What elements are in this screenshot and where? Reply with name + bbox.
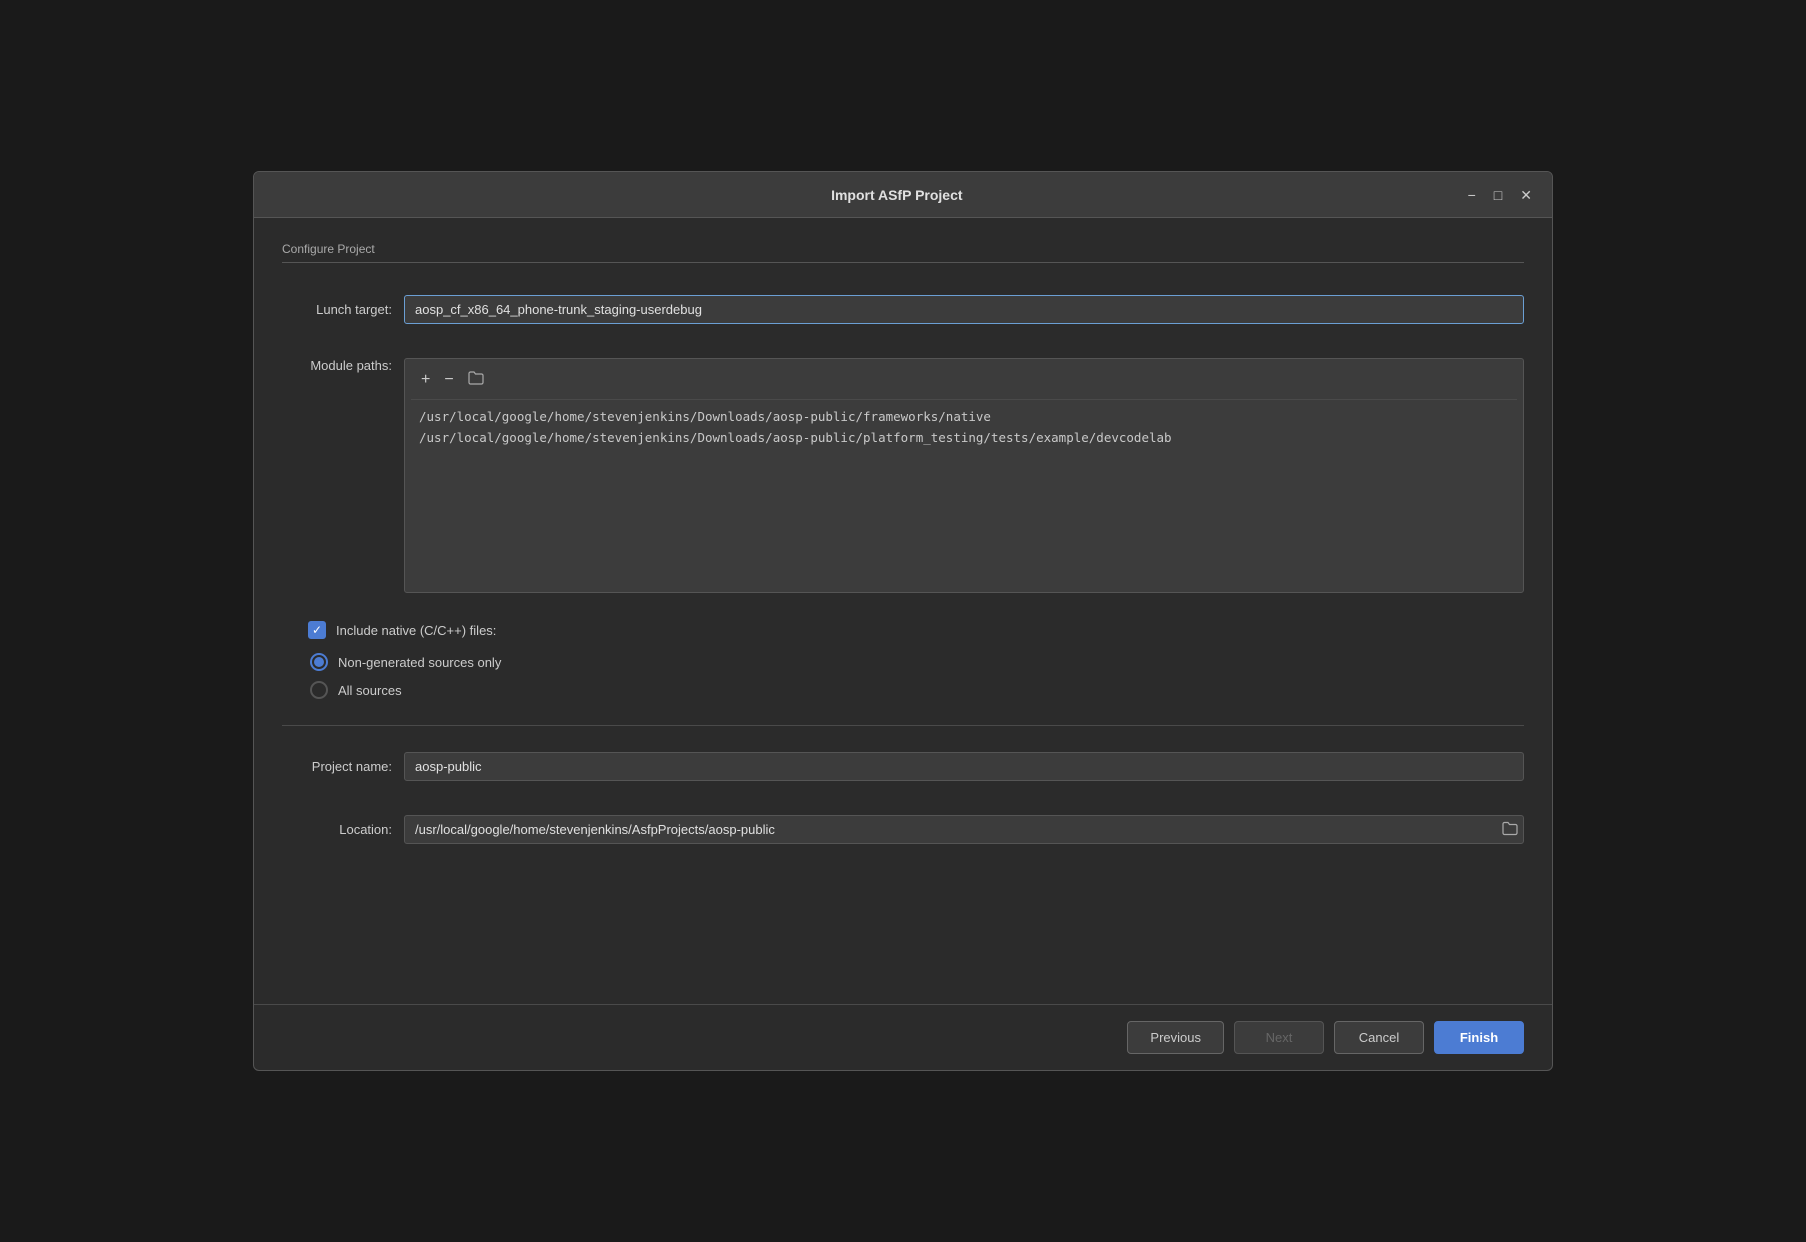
module-paths-box: + − /usr/local/google/home/stevenjenkins…	[404, 358, 1524, 593]
add-path-button[interactable]: +	[417, 369, 434, 391]
lunch-target-label: Lunch target:	[282, 302, 392, 317]
include-native-row: ✓ Include native (C/C++) files:	[282, 621, 1524, 639]
lunch-target-row: Lunch target:	[282, 295, 1524, 324]
dialog-body: Configure Project Lunch target: Module p…	[254, 218, 1552, 1004]
finish-button[interactable]: Finish	[1434, 1021, 1524, 1054]
all-sources-label: All sources	[338, 683, 402, 698]
dialog-title: Import ASfP Project	[330, 187, 1464, 203]
module-paths-toolbar: + −	[411, 365, 1517, 400]
include-native-section: ✓ Include native (C/C++) files: Non-gene…	[282, 621, 1524, 699]
module-paths-box-wrapper: + − /usr/local/google/home/stevenjenkins…	[404, 358, 1524, 593]
project-name-row: Project name:	[282, 752, 1524, 781]
location-input[interactable]	[404, 815, 1524, 844]
project-name-input[interactable]	[404, 752, 1524, 781]
next-button[interactable]: Next	[1234, 1021, 1324, 1054]
module-paths-section: Module paths: + − /usr/loca	[282, 358, 1524, 593]
non-generated-radio[interactable]	[310, 653, 328, 671]
location-input-wrapper	[404, 815, 1524, 844]
divider	[282, 725, 1524, 726]
non-generated-label: Non-generated sources only	[338, 655, 501, 670]
minimize-button[interactable]: −	[1464, 186, 1480, 204]
section-label: Configure Project	[282, 242, 1524, 263]
checkmark-icon: ✓	[312, 624, 322, 636]
cancel-button[interactable]: Cancel	[1334, 1021, 1424, 1054]
import-dialog: Import ASfP Project − □ ✕ Configure Proj…	[253, 171, 1553, 1071]
list-item: /usr/local/google/home/stevenjenkins/Dow…	[411, 427, 1517, 448]
include-native-label: Include native (C/C++) files:	[336, 623, 496, 638]
browse-folder-button[interactable]	[464, 369, 488, 391]
lunch-target-input[interactable]	[404, 295, 1524, 324]
window-controls: − □ ✕	[1464, 186, 1536, 204]
dialog-footer: Previous Next Cancel Finish	[254, 1004, 1552, 1070]
previous-button[interactable]: Previous	[1127, 1021, 1224, 1054]
list-item: /usr/local/google/home/stevenjenkins/Dow…	[411, 406, 1517, 427]
include-native-checkbox[interactable]: ✓	[308, 621, 326, 639]
location-label: Location:	[282, 822, 392, 837]
module-paths-list: /usr/local/google/home/stevenjenkins/Dow…	[411, 406, 1517, 586]
all-sources-radio[interactable]	[310, 681, 328, 699]
module-paths-label: Module paths:	[282, 358, 392, 593]
close-button[interactable]: ✕	[1516, 186, 1536, 204]
folder-browse-icon	[1502, 821, 1518, 835]
all-sources-radio-row[interactable]: All sources	[310, 681, 1524, 699]
title-bar: Import ASfP Project − □ ✕	[254, 172, 1552, 218]
location-browse-button[interactable]	[1502, 821, 1518, 838]
folder-icon	[468, 371, 484, 385]
maximize-button[interactable]: □	[1490, 186, 1506, 204]
remove-path-button[interactable]: −	[440, 369, 457, 391]
non-generated-radio-row[interactable]: Non-generated sources only	[310, 653, 1524, 671]
radio-group: Non-generated sources only All sources	[310, 653, 1524, 699]
location-row: Location:	[282, 815, 1524, 844]
project-name-label: Project name:	[282, 759, 392, 774]
